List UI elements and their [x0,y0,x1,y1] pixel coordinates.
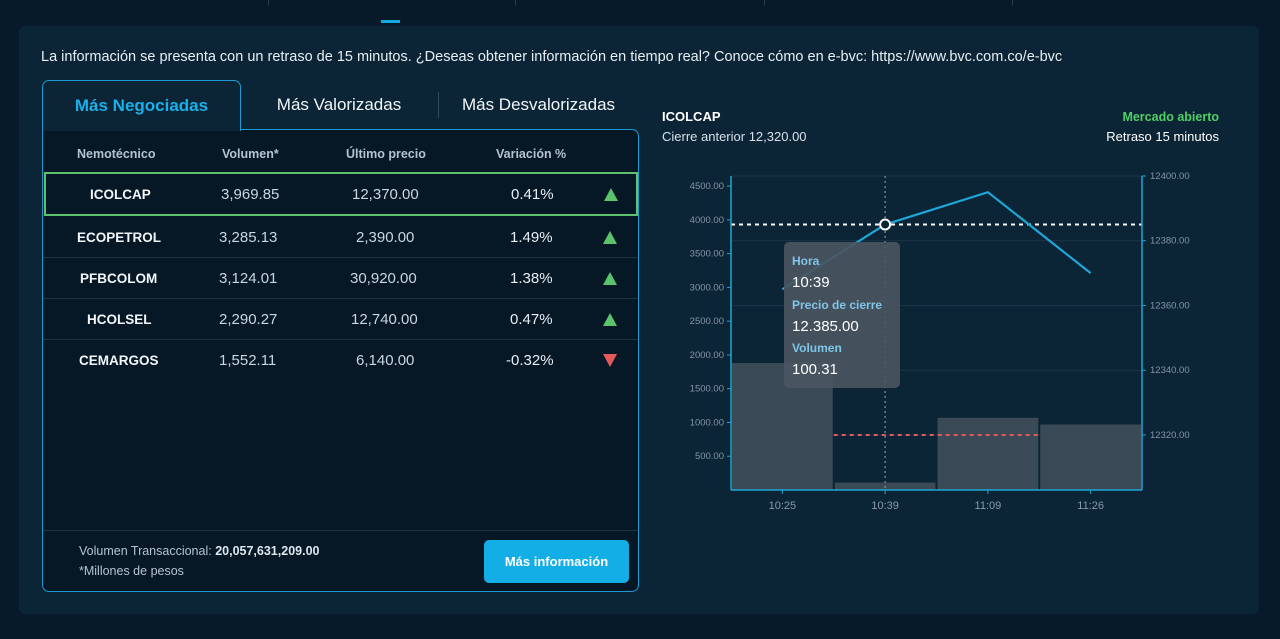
tab-mas-valorizadas[interactable]: Más Valorizadas [241,80,437,130]
row-symbol: CEMARGOS [79,353,159,368]
tooltip-hora-value: 10:39 [792,274,830,291]
x-tick-label: 11:09 [975,500,1002,512]
row-symbol: PFBCOLOM [80,271,158,286]
stocks-table: Nemotécnico Volumen* Último precio Varia… [42,129,639,592]
volume-units-note: *Millones de pesos [79,564,184,578]
left-tick-label: 2000.00 [690,350,724,361]
row-variation: 0.47% [510,311,553,328]
chart-symbol: ICOLCAP [662,109,721,124]
nav-divider [515,0,516,5]
row-variation: 0.41% [511,186,554,203]
tab-mas-desvalorizadas[interactable]: Más Desvalorizadas [438,92,638,118]
tooltip-precio-value: 12.385.00 [792,318,859,335]
left-tick-label: 4500.00 [690,181,724,192]
row-last-price: 30,920.00 [350,270,417,287]
row-last-price: 6,140.00 [356,352,415,369]
header-last-price: Último precio [346,147,426,161]
transactional-volume: Volumen Transaccional: 20,057,631,209.00 [79,544,319,558]
table-header: Nemotécnico Volumen* Último precio Varia… [43,130,638,172]
transactional-volume-label: Volumen Transaccional: [79,544,212,558]
left-tick-label: 2500.00 [690,316,724,327]
up-arrow-icon [603,272,617,285]
row-symbol: HCOLSEL [87,312,152,327]
table-row[interactable]: ECOPETROL 3,285.13 2,390.00 1.49% [43,217,638,258]
row-volume: 2,290.27 [219,311,278,328]
row-variation: 1.38% [510,270,553,287]
row-last-price: 2,390.00 [356,229,415,246]
delay-info-text: La información se presenta con un retras… [41,49,1063,65]
header-symbol: Nemotécnico [77,147,156,161]
tooltip-volumen-label: Volumen [792,341,842,355]
header-variation: Variación % [496,147,567,161]
tooltip-precio-label: Precio de cierre [792,298,882,312]
volume-bar [937,417,1039,490]
row-last-price: 12,370.00 [352,186,419,203]
market-status: Mercado abierto [1122,110,1219,124]
transactional-volume-value: 20,057,631,209.00 [215,544,320,558]
left-tick-label: 4000.00 [690,215,724,226]
x-tick-label: 11:26 [1077,500,1104,512]
x-tick-label: 10:25 [769,500,797,512]
table-row[interactable]: ICOLCAP 3,969.85 12,370.00 0.41% [44,172,638,216]
right-tick-label: 12360.00 [1150,300,1190,311]
row-volume: 3,285.13 [219,229,278,246]
chart-tooltip: Hora 10:39 Precio de cierre 12.385.00 Volume… [784,242,900,388]
row-volume: 3,124.01 [219,270,278,287]
previous-close: Cierre anterior 12,320.00 [662,129,807,144]
left-tick-label: 1000.00 [690,417,724,428]
right-tick-label: 12320.00 [1150,430,1190,441]
nav-divider [1012,0,1013,5]
down-arrow-icon [603,354,617,367]
tooltip-volumen-value: 100.31 [792,361,838,378]
delay-notice: Retraso 15 minutos [1106,129,1219,144]
header-volume: Volumen* [222,147,279,161]
row-symbol: ECOPETROL [77,230,162,245]
footer-divider [43,530,638,531]
row-symbol: ICOLCAP [90,187,151,202]
nav-divider [764,0,765,5]
active-nav-indicator [381,20,400,23]
tooltip-hora-label: Hora [792,254,820,268]
right-tick-label: 12400.00 [1150,171,1190,182]
left-tick-label: 3000.00 [690,282,724,293]
price-point [879,218,892,231]
up-arrow-icon [603,313,617,326]
more-info-button[interactable]: Más información [484,540,629,583]
nav-divider [268,0,269,5]
row-variation: -0.32% [506,352,554,369]
up-arrow-icon [604,188,618,201]
ranking-tabs: Más Negociadas Más Valorizadas Más Desva… [42,80,639,131]
row-last-price: 12,740.00 [351,311,418,328]
top-navigation-strip [0,0,1280,24]
left-tick-label: 1500.00 [690,384,724,395]
price-volume-chart[interactable]: 4500.00 4000.00 3500.00 3000.00 2500.00 2000.… [660,168,1230,528]
table-row[interactable]: PFBCOLOM 3,124.01 30,920.00 1.38% [43,258,638,299]
right-tick-label: 12340.00 [1150,365,1190,376]
up-arrow-icon [603,231,617,244]
table-row[interactable]: CEMARGOS 1,552.11 6,140.00 -0.32% [43,340,638,381]
right-tick-label: 12380.00 [1150,236,1190,247]
row-volume: 1,552.11 [219,352,277,369]
left-tick-label: 500.00 [695,451,724,462]
left-tick-label: 3500.00 [690,249,724,260]
table-row[interactable]: HCOLSEL 2,290.27 12,740.00 0.47% [43,299,638,340]
tab-mas-negociadas[interactable]: Más Negociadas [42,80,241,131]
row-volume: 3,969.85 [221,186,280,203]
volume-bar [1040,424,1141,490]
row-variation: 1.49% [510,229,553,246]
x-tick-label: 10:39 [871,500,899,512]
